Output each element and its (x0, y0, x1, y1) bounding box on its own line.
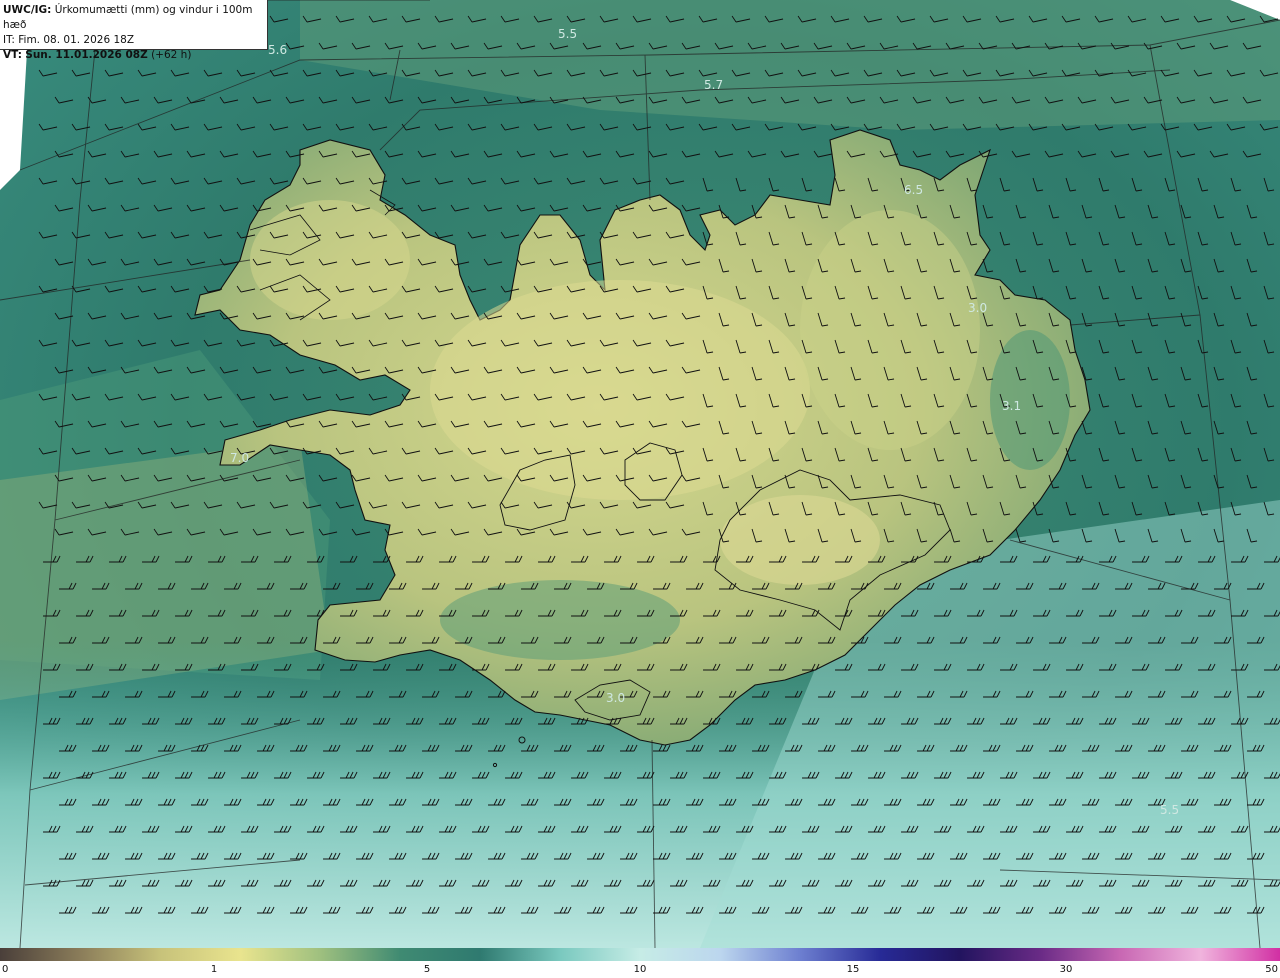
it-label: IT: (3, 34, 15, 46)
colorbar-strip (0, 948, 1280, 961)
max-label: 5.5 (558, 27, 577, 41)
valid-time-line: VT: Sun. 11.01.2026 08Z (+62 h) (3, 48, 264, 63)
max-label: 3.0 (968, 301, 987, 315)
title-line: UWC/IG: Úrkomumætti (mm) og vindur i 100… (3, 3, 264, 33)
it-value: Fim. 08. 01. 2026 18Z (18, 34, 135, 46)
colorbar-tick: 1 (210, 964, 218, 975)
max-label: 5.5 (1160, 803, 1179, 817)
max-label: 6.5 (904, 183, 923, 197)
max-label: 5.7 (704, 78, 723, 92)
south-lowland-dark (440, 580, 680, 660)
precipitation-map: 5.6 5.5 5.7 6.5 3.0 3.1 7.0 5.5 3.0 (0, 0, 1280, 948)
vatnajokull-highlight (720, 495, 880, 585)
max-label: 3.1 (1002, 399, 1021, 413)
init-time-line: IT: Fim. 08. 01. 2026 18Z (3, 33, 264, 48)
east-highlight (800, 210, 980, 450)
model-label: UWC/IG: (3, 4, 52, 16)
colorbar-tick: 30 (1059, 964, 1073, 975)
vt-value: Sun. 11.01.2026 08Z (25, 49, 148, 61)
highland-highlight (430, 280, 810, 500)
colorbar-tick: 50 (1265, 964, 1278, 975)
colorbar: 0 1 5 10 15 30 50 (0, 948, 1280, 978)
max-label: 3.0 (606, 691, 625, 705)
colorbar-tick: 5 (423, 964, 431, 975)
info-box: UWC/IG: Úrkomumætti (mm) og vindur i 100… (0, 0, 268, 61)
max-label: 7.0 (230, 451, 249, 465)
vt-label: VT: (3, 49, 22, 61)
lead-time: (+62 h) (151, 49, 192, 61)
colorbar-tick: 15 (846, 964, 860, 975)
max-label: 5.6 (268, 43, 287, 57)
colorbar-tick: 10 (633, 964, 647, 975)
colorbar-tick: 0 (2, 964, 9, 975)
